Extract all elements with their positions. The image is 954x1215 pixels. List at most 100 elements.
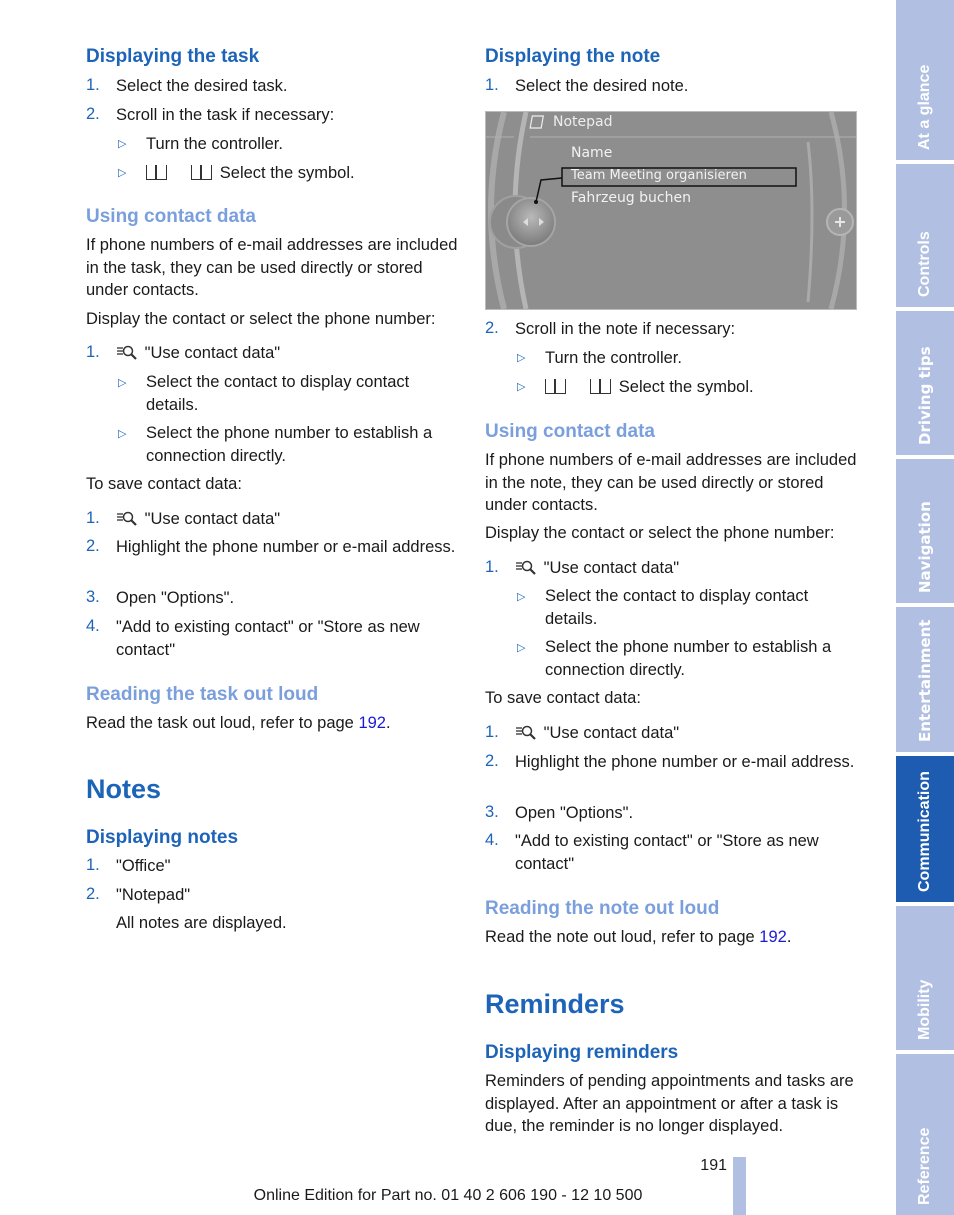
substep-line: Select the symbol. — [146, 162, 355, 184]
step-number: 2. — [86, 537, 100, 555]
heading-displaying-notes: Displaying notes — [86, 827, 239, 848]
step-text: "Add to existing contact" or "Store as n… — [116, 618, 420, 659]
tab-label: At a glance — [916, 64, 933, 150]
screen-title: Notepad — [553, 114, 613, 130]
step-text: Select the desired task. — [116, 77, 288, 95]
substep-text: Turn the controller. — [545, 349, 682, 367]
substep-line: Select the symbol. — [545, 376, 754, 398]
step-text: Scroll in the note if necessary: — [515, 320, 736, 338]
bullet-triangle-icon: ▷ — [118, 377, 127, 389]
step-text: Highlight the phone number or e-mail add… — [515, 753, 855, 771]
step-text: "Use contact data" — [144, 344, 281, 362]
step-text: "Add to existing contact" or "Store as n… — [515, 832, 819, 873]
previous-symbol-icon — [146, 165, 167, 180]
tab-entertainment[interactable]: Entertainment — [896, 607, 954, 752]
contact-data-icon — [516, 560, 536, 575]
substep-text: Select the phone number to establish a c… — [545, 638, 832, 679]
substep-text: Select the contact to display contact de… — [146, 373, 410, 414]
bullet-triangle-icon: ▷ — [517, 591, 526, 603]
tab-label: Controls — [916, 231, 933, 297]
step-text: Scroll in the task if necessary: — [116, 106, 335, 124]
paragraph: If phone numbers of e-mail addresses are… — [485, 451, 857, 514]
result-text: All notes are displayed. — [116, 914, 287, 932]
tab-at-a-glance[interactable]: At a glance — [896, 0, 954, 160]
heading-displaying-reminders: Displaying reminders — [485, 1042, 679, 1063]
paragraph: Display the contact or select the phone … — [86, 310, 436, 328]
tab-label: Driving tips — [916, 346, 934, 445]
bullet-triangle-icon: ▷ — [118, 167, 127, 179]
heading-reminders: Reminders — [485, 989, 625, 1019]
page-marker-bar — [733, 1157, 746, 1215]
contact-data-icon — [117, 511, 137, 526]
step-number: 1. — [86, 509, 100, 527]
step-text: Select the desired note. — [515, 77, 689, 95]
tab-communication[interactable]: Communication — [896, 756, 954, 902]
bullet-triangle-icon: ▷ — [118, 428, 127, 440]
bullet-triangle-icon: ▷ — [118, 138, 127, 150]
page-link[interactable]: 192 — [358, 714, 386, 732]
step-number: 3. — [485, 803, 499, 821]
reading-text-body: Read the note out loud, refer to page — [485, 928, 760, 946]
bullet-triangle-icon: ▷ — [517, 352, 526, 364]
tab-label: Navigation — [916, 501, 934, 593]
step-number: 1. — [485, 76, 499, 94]
step-number: 1. — [86, 343, 100, 361]
tab-label: Entertainment — [916, 619, 934, 742]
step-number: 1. — [86, 76, 100, 94]
step-number: 2. — [485, 319, 499, 337]
tab-mobility[interactable]: Mobility — [896, 906, 954, 1050]
step-text: "Use contact data" — [543, 559, 680, 577]
step-number: 2. — [86, 885, 100, 903]
tab-label: Mobility — [916, 979, 933, 1040]
heading-reading-note: Reading the note out loud — [485, 898, 720, 919]
screen-list-item[interactable]: Name — [571, 145, 612, 161]
heading-using-contact-data: Using contact data — [86, 206, 256, 227]
paragraph: If phone numbers of e-mail addresses are… — [86, 236, 458, 299]
heading-reading-task: Reading the task out loud — [86, 684, 319, 705]
footer-text: Online Edition for Part no. 01 40 2 606 … — [253, 1187, 643, 1204]
punct: . — [786, 928, 792, 946]
step-text: "Use contact data" — [144, 510, 281, 528]
idrive-screenshot: Notepad Name Team Meeting organisieren F… — [485, 111, 857, 310]
contact-data-icon — [117, 345, 137, 360]
chapter-tabs: At a glance Controls Driving tips Naviga… — [896, 0, 954, 1215]
reading-text-body: Read the task out loud, refer to page — [86, 714, 359, 732]
step-line: "Use contact data" — [116, 342, 280, 364]
step-line: "Use contact data" — [515, 722, 679, 744]
tab-controls[interactable]: Controls — [896, 164, 954, 307]
step-number: 3. — [86, 588, 100, 606]
tab-navigation[interactable]: Navigation — [896, 459, 954, 603]
tab-driving-tips[interactable]: Driving tips — [896, 311, 954, 455]
step-line: "Use contact data" — [116, 508, 280, 530]
tab-label: Communication — [916, 771, 933, 892]
step-text: "Office" — [116, 857, 171, 875]
paragraph: Display the contact or select the phone … — [485, 524, 835, 542]
previous-symbol-icon — [545, 379, 566, 394]
reading-text: Read the note out loud, refer to page 19… — [485, 926, 791, 948]
next-symbol-icon — [191, 165, 213, 180]
screen-frame — [486, 112, 856, 309]
bullet-triangle-icon: ▷ — [517, 642, 526, 654]
step-text: Open "Options". — [515, 804, 634, 822]
substep-text: Select the phone number to establish a c… — [146, 424, 433, 465]
step-line: "Use contact data" — [515, 557, 679, 579]
step-number: 1. — [485, 558, 499, 576]
page-link[interactable]: 192 — [759, 928, 787, 946]
punct: . — [385, 714, 391, 732]
step-text: Open "Options". — [116, 589, 235, 607]
tab-reference[interactable]: Reference — [896, 1054, 954, 1215]
save-contact-label: To save contact data: — [86, 475, 242, 493]
step-number: 2. — [485, 752, 499, 770]
step-number: 2. — [86, 105, 100, 123]
substep-text: Select the symbol. — [618, 378, 754, 396]
screen-list-item[interactable]: Fahrzeug buchen — [571, 190, 691, 206]
reading-text: Read the task out loud, refer to page 19… — [86, 712, 391, 734]
save-contact-label: To save contact data: — [485, 689, 641, 707]
next-symbol-icon — [590, 379, 612, 394]
step-number: 1. — [86, 856, 100, 874]
screen-list-item-selected[interactable]: Team Meeting organisieren — [571, 168, 747, 183]
contact-data-icon — [516, 725, 536, 740]
heading-notes: Notes — [86, 774, 162, 804]
tab-label: Reference — [916, 1127, 933, 1205]
heading-using-contact-data: Using contact data — [485, 421, 655, 442]
